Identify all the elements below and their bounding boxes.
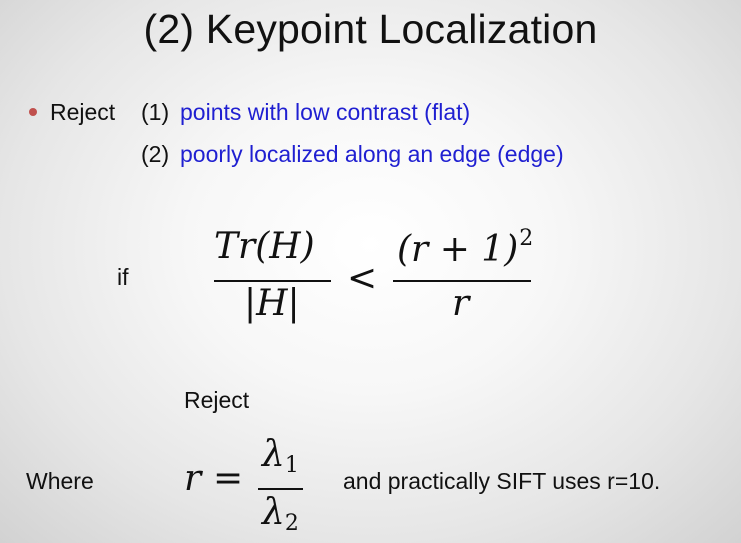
- less-than-operator: <: [347, 258, 378, 299]
- reject-item-1-text: points with low contrast (flat): [180, 99, 471, 125]
- rhs-fraction-bar: [393, 280, 531, 282]
- reject-lead: Reject: [50, 99, 116, 125]
- lambda-2: λ2: [262, 492, 299, 536]
- equals-sign: =: [213, 458, 244, 499]
- sift-note: and practically SIFT uses r=10.: [343, 468, 661, 494]
- r-variable: r: [184, 458, 202, 499]
- lhs-fraction-bar: [214, 280, 331, 282]
- reject-item-2-text: poorly localized along an edge (edge): [180, 141, 564, 167]
- rhs-numerator: (r + 1)2: [397, 226, 533, 270]
- slide: (2) Keypoint Localization Reject (1) poi…: [0, 0, 741, 543]
- lhs-numerator: Tr(H): [214, 226, 315, 267]
- rhs-denominator: r: [452, 283, 470, 324]
- rhs-numerator-exponent: 2: [519, 226, 534, 251]
- lambda-1-symbol: λ: [262, 434, 285, 475]
- bullet-dot-icon: [29, 108, 37, 116]
- slide-title: (2) Keypoint Localization: [143, 6, 598, 52]
- reject-item-2-number: (2): [141, 141, 170, 167]
- lambda-2-symbol: λ: [262, 492, 285, 533]
- lambda-fraction-bar: [258, 488, 303, 490]
- lambda-1-subscript: 1: [284, 453, 299, 478]
- where-label: Where: [26, 468, 94, 494]
- if-label: if: [117, 264, 129, 290]
- rhs-numerator-base: (r + 1): [397, 229, 519, 270]
- lambda-1: λ1: [262, 434, 299, 478]
- reject-result-label: Reject: [184, 387, 250, 413]
- lambda-2-subscript: 2: [284, 511, 299, 536]
- reject-item-1-number: (1): [141, 99, 170, 125]
- lhs-denominator: |H|: [244, 283, 300, 324]
